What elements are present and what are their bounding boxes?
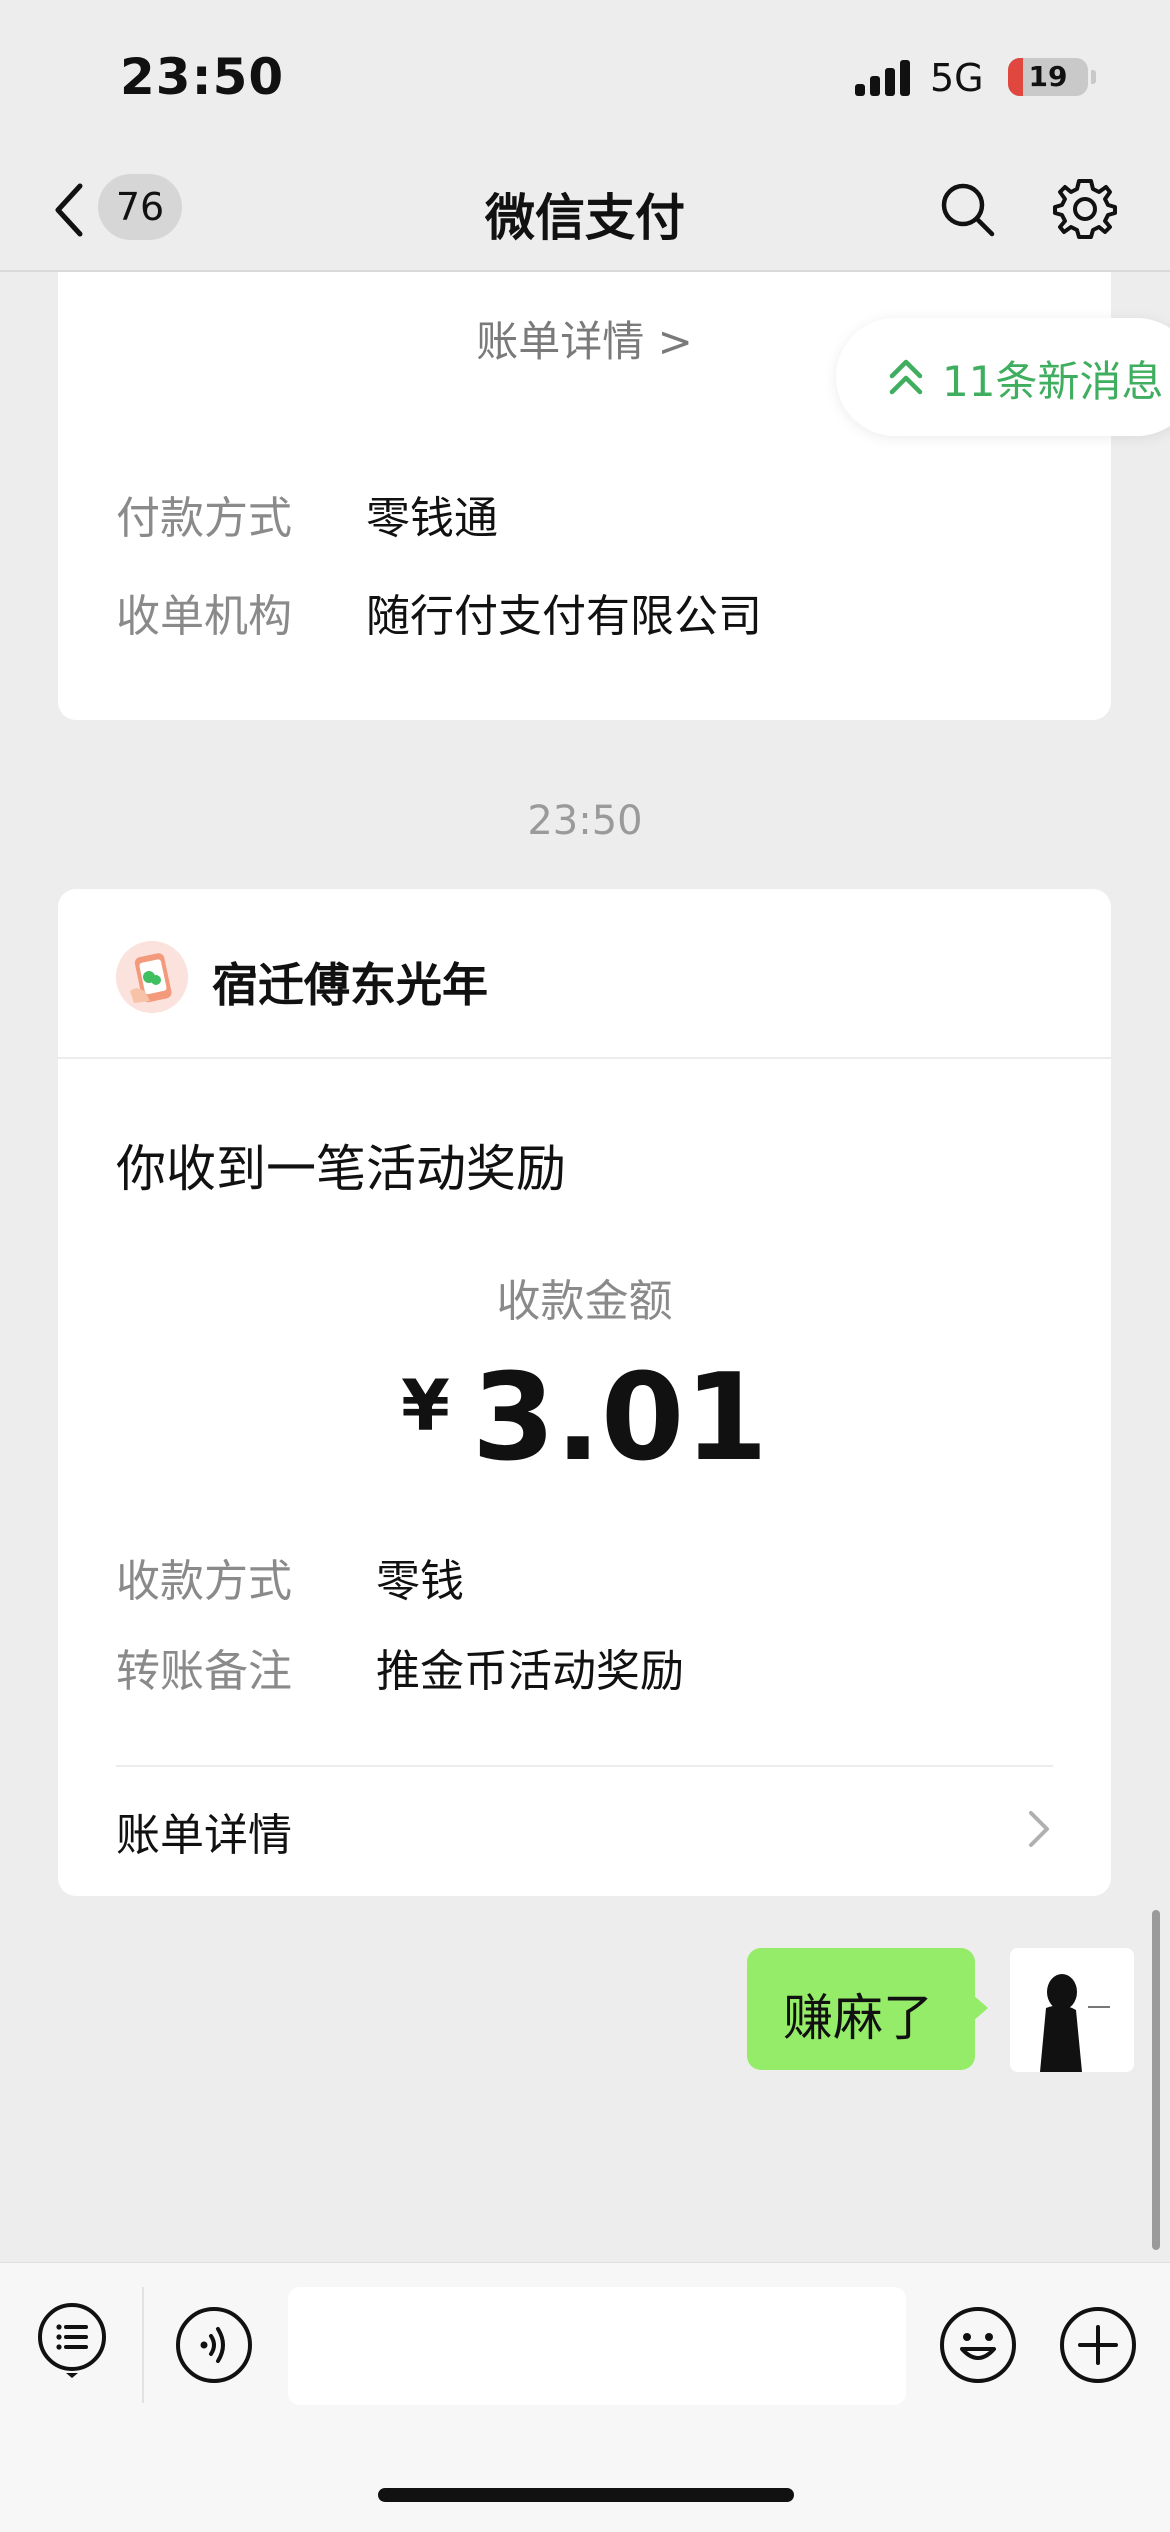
chevron-right-icon	[1029, 1811, 1049, 1847]
divider	[116, 1765, 1053, 1767]
acquirer-row: 收单机构 随行付支付有限公司	[116, 580, 762, 644]
row-value: 零钱通	[366, 493, 498, 544]
message-input[interactable]	[288, 2287, 906, 2405]
bubble-tail	[972, 1994, 988, 2022]
message-timestamp: 23:50	[527, 798, 643, 844]
double-chevron-up-icon	[889, 359, 923, 395]
emoji-icon[interactable]	[938, 2305, 1018, 2385]
receive-method-row: 收款方式 零钱	[116, 1545, 464, 1609]
amount-label: 收款金额	[496, 1276, 673, 1327]
bill-details-row[interactable]: 账单详情	[116, 1799, 1053, 1863]
row-label: 收款方式	[116, 1556, 292, 1607]
payment-method-row: 付款方式 零钱通	[116, 482, 498, 546]
row-label: 转账备注	[116, 1646, 292, 1697]
nav-bar: 76 微信支付	[0, 150, 1170, 272]
silhouette-avatar-icon	[1010, 1948, 1134, 2072]
scrollbar[interactable]	[1152, 1910, 1160, 2250]
row-value: 零钱	[376, 1556, 464, 1607]
phone-wechat-icon	[116, 941, 188, 1013]
status-bar: 23:50 5G 19	[0, 0, 1170, 150]
row-label: 付款方式	[116, 493, 292, 544]
bill-details-label: 账单详情	[116, 1810, 292, 1861]
notification-title: 你收到一笔活动奖励	[116, 1140, 566, 1198]
message-text: 赚麻了	[783, 1989, 933, 2047]
search-icon[interactable]	[938, 180, 998, 240]
gear-icon[interactable]	[1052, 176, 1118, 242]
transfer-note-row: 转账备注 推金币活动奖励	[116, 1635, 684, 1699]
sent-message-bubble[interactable]: 赚麻了	[747, 1948, 975, 2070]
merchant-avatar	[116, 941, 188, 1013]
menu-list-icon[interactable]	[32, 2299, 112, 2379]
battery-cap	[1091, 70, 1096, 84]
new-messages-pill[interactable]: 11条新消息	[836, 318, 1170, 436]
separator	[142, 2287, 144, 2403]
row-value: 随行付支付有限公司	[366, 591, 762, 642]
battery-icon: 19	[1008, 58, 1088, 96]
amount-display: ¥3.01	[58, 1349, 1111, 1488]
row-value: 推金币活动奖励	[376, 1646, 684, 1697]
divider	[58, 1057, 1111, 1059]
payment-notification-card[interactable]: 宿迁傅东光年 你收到一笔活动奖励 收款金额 ¥3.01 收款方式 零钱 转账备注 推…	[58, 889, 1111, 1896]
network-type: 5G	[930, 56, 984, 100]
voice-input-icon[interactable]	[174, 2305, 254, 2385]
battery-percent: 19	[1028, 60, 1068, 93]
currency-symbol: ¥	[401, 1365, 450, 1447]
amount-value: 3.01	[471, 1349, 768, 1488]
cellular-signal-icon	[855, 60, 915, 96]
row-label: 收单机构	[116, 591, 292, 642]
new-messages-label: 11条新消息	[942, 357, 1164, 406]
merchant-name: 宿迁傅东光年	[212, 958, 488, 1012]
home-indicator	[378, 2488, 794, 2502]
plus-icon[interactable]	[1058, 2305, 1138, 2385]
status-time: 23:50	[120, 48, 285, 106]
user-avatar[interactable]	[1010, 1948, 1134, 2072]
